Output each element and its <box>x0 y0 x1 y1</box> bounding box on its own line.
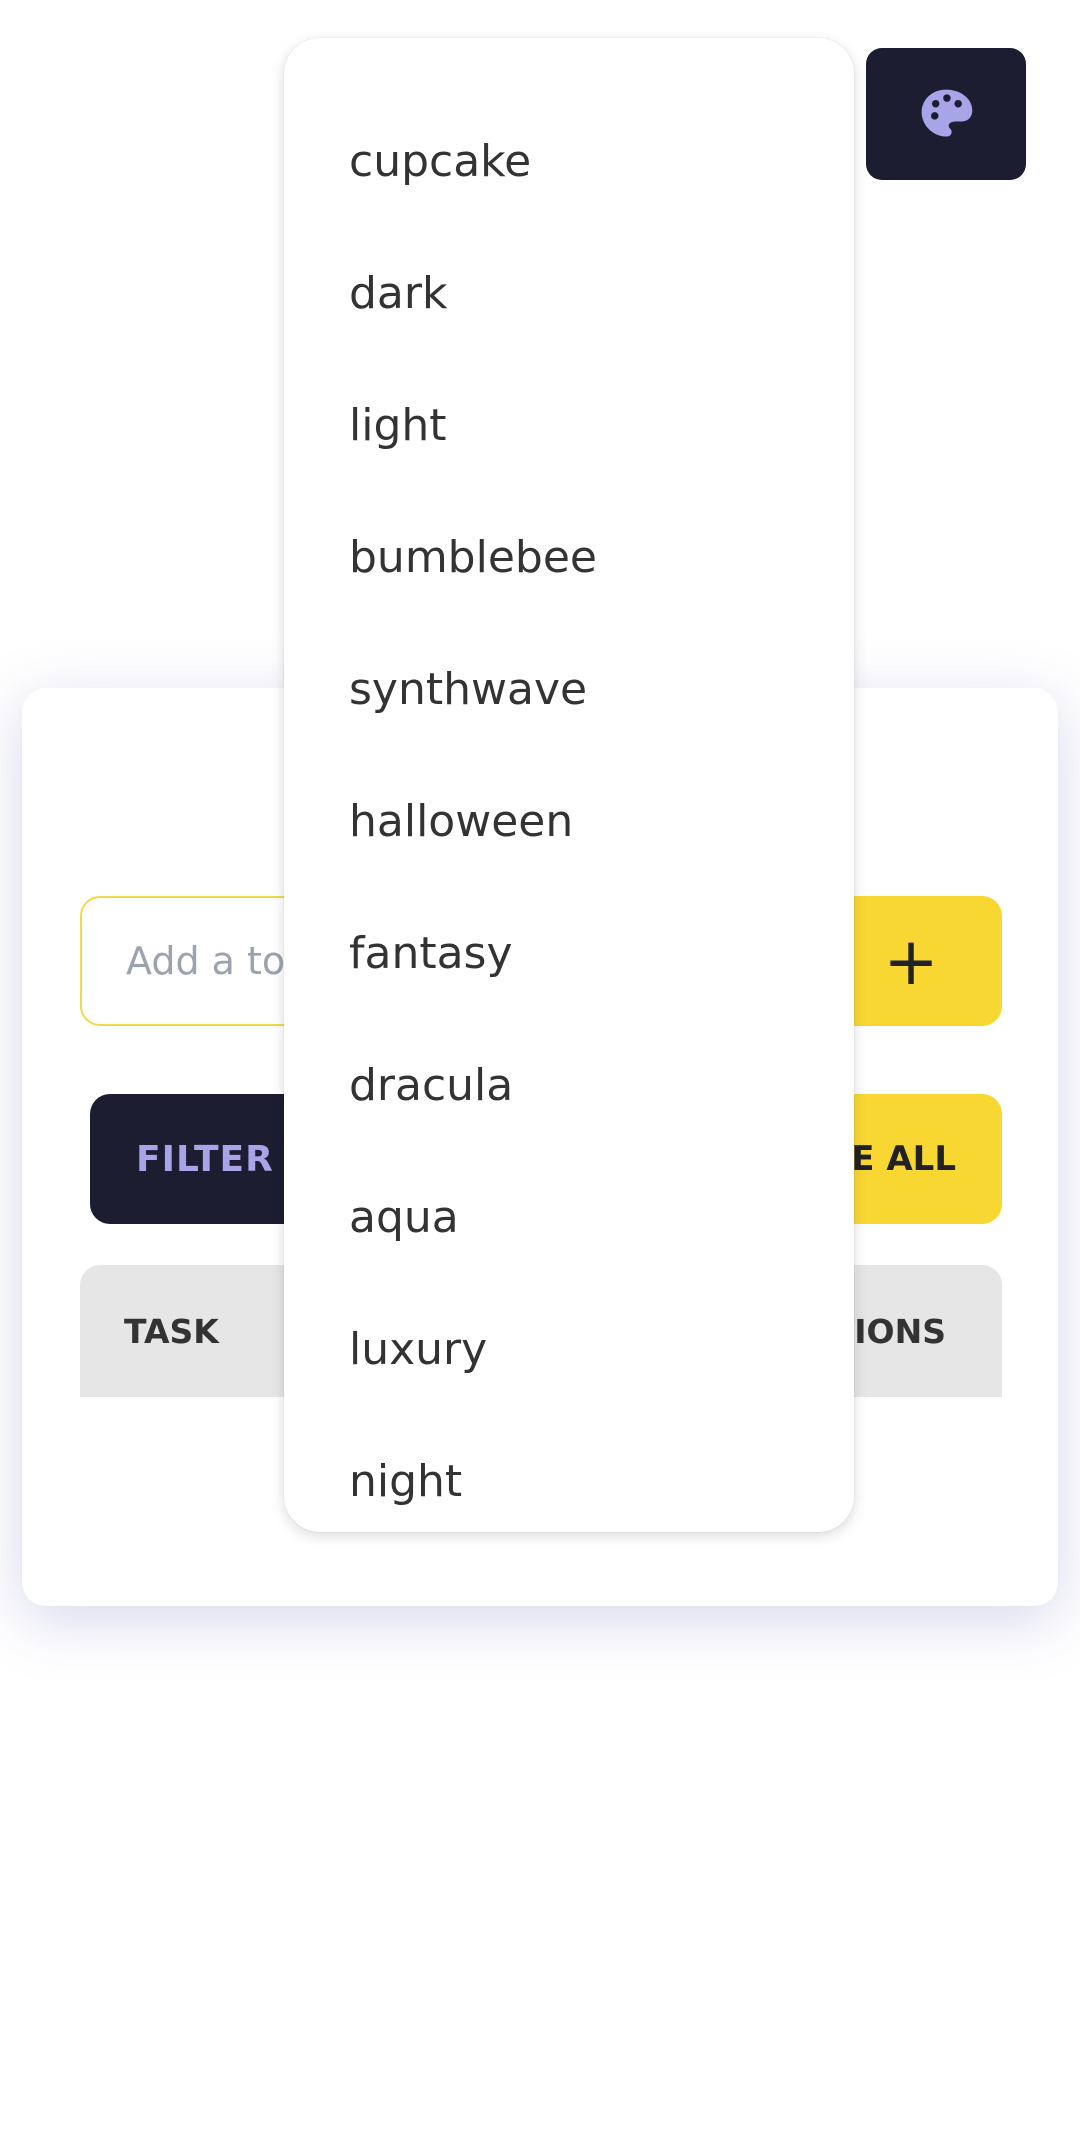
palette-icon <box>916 84 976 144</box>
theme-option-aqua[interactable]: aqua <box>349 1151 829 1283</box>
theme-option-dracula[interactable]: dracula <box>349 1019 829 1151</box>
theme-option-light[interactable]: light <box>349 359 829 491</box>
column-header-task: TASK <box>124 1311 219 1351</box>
theme-option-night[interactable]: night <box>349 1415 829 1547</box>
theme-option-synthwave[interactable]: synthwave <box>349 623 829 755</box>
theme-option-cupcake[interactable]: cupcake <box>349 95 829 227</box>
task-input-placeholder: Add a to <box>126 939 286 983</box>
theme-dropdown-menu: cupcake dark light bumblebee synthwave h… <box>284 38 854 1532</box>
theme-option-halloween[interactable]: halloween <box>349 755 829 887</box>
theme-toggle-button[interactable] <box>866 48 1026 180</box>
theme-option-bumblebee[interactable]: bumblebee <box>349 491 829 623</box>
theme-option-dark[interactable]: dark <box>349 227 829 359</box>
theme-option-fantasy[interactable]: fantasy <box>349 887 829 1019</box>
theme-option-luxury[interactable]: luxury <box>349 1283 829 1415</box>
